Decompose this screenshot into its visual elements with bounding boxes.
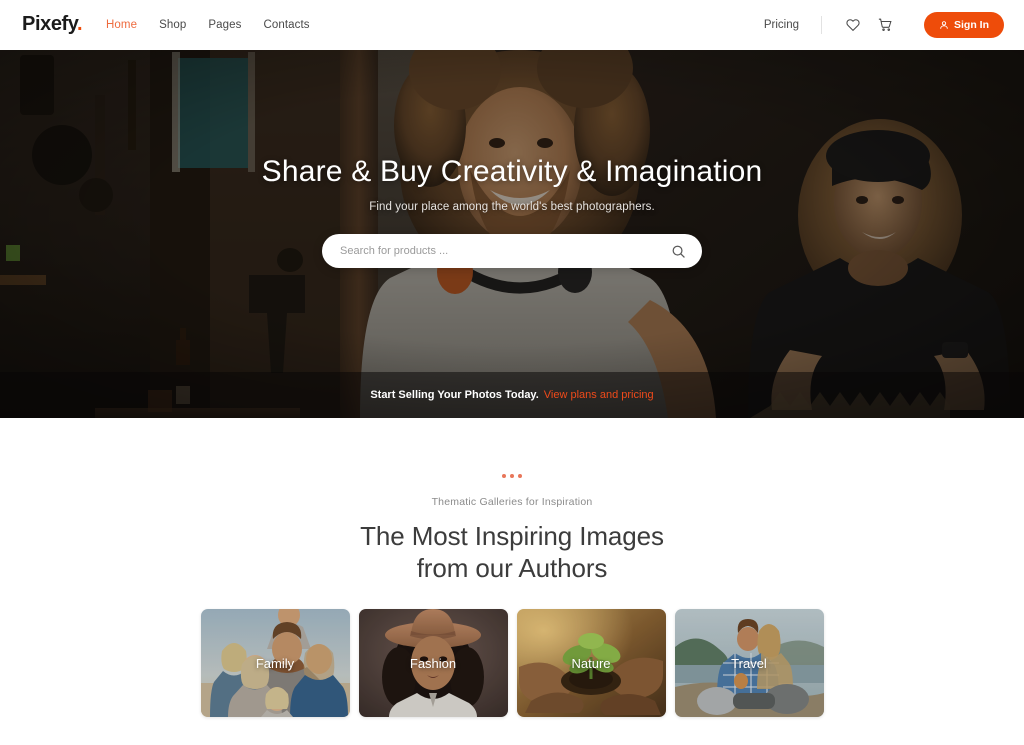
hero-title: Share & Buy Creativity & Imagination	[261, 155, 763, 188]
logo-text: Pixefy	[22, 13, 78, 35]
gallery-card-label-nature: Nature	[571, 655, 611, 671]
header-actions: Pricing Sign In	[764, 0, 1004, 50]
decorative-dots	[502, 474, 522, 478]
gallery-card-nature[interactable]: Nature	[516, 609, 666, 718]
section-eyebrow: Thematic Galleries for Inspiration	[431, 496, 593, 508]
cart-icon[interactable]	[874, 14, 896, 36]
search-icon[interactable]	[671, 244, 686, 259]
dot-3	[518, 474, 522, 478]
sign-in-label: Sign In	[954, 19, 989, 31]
hero-section: Share & Buy Creativity & Imagination Fin…	[0, 50, 1024, 418]
promo-banner: Start Selling Your Photos Today. View pl…	[0, 372, 1024, 418]
gallery-card-travel[interactable]: Travel	[674, 609, 824, 718]
user-icon	[939, 20, 949, 30]
gallery-card-label-family: Family	[255, 655, 295, 671]
gallery-card-label-travel: Travel	[731, 655, 767, 671]
heart-icon[interactable]	[842, 14, 864, 36]
galleries-section: Thematic Galleries for Inspiration The M…	[0, 418, 1024, 745]
dot-2	[510, 474, 514, 478]
search-input[interactable]	[340, 245, 671, 257]
gallery-card-family[interactable]: Family	[200, 609, 350, 718]
site-header: Pixefy. Home Shop Pages Contacts Pricing	[0, 0, 1024, 50]
gallery-cards: Family Fashion Nature Travel	[200, 609, 824, 718]
view-plans-link[interactable]: View plans and pricing	[544, 389, 654, 401]
gallery-card-label-fashion: Fashion	[409, 655, 457, 671]
dot-1	[502, 474, 506, 478]
sign-in-button[interactable]: Sign In	[924, 12, 1004, 38]
hero-content: Share & Buy Creativity & Imagination Fin…	[0, 50, 1024, 418]
section-title: The Most Inspiring Images from our Autho…	[360, 521, 664, 584]
promo-banner-text: Start Selling Your Photos Today.	[370, 389, 539, 401]
section-title-line-1: The Most Inspiring Images	[360, 521, 664, 551]
nav-item-contacts[interactable]: Contacts	[263, 19, 309, 31]
site-logo[interactable]: Pixefy.	[22, 13, 83, 36]
hero-subtitle: Find your place among the world's best p…	[369, 201, 655, 213]
logo-dot: .	[77, 13, 83, 35]
nav-item-home[interactable]: Home	[106, 19, 137, 31]
header-divider	[821, 16, 822, 34]
hero-search-bar[interactable]	[322, 234, 702, 268]
nav-item-pages[interactable]: Pages	[208, 19, 241, 31]
pricing-link[interactable]: Pricing	[764, 19, 799, 31]
main-nav: Home Shop Pages Contacts	[106, 19, 310, 31]
nav-item-shop[interactable]: Shop	[159, 19, 186, 31]
gallery-card-fashion[interactable]: Fashion	[358, 609, 508, 718]
section-title-line-2: from our Authors	[416, 552, 608, 583]
